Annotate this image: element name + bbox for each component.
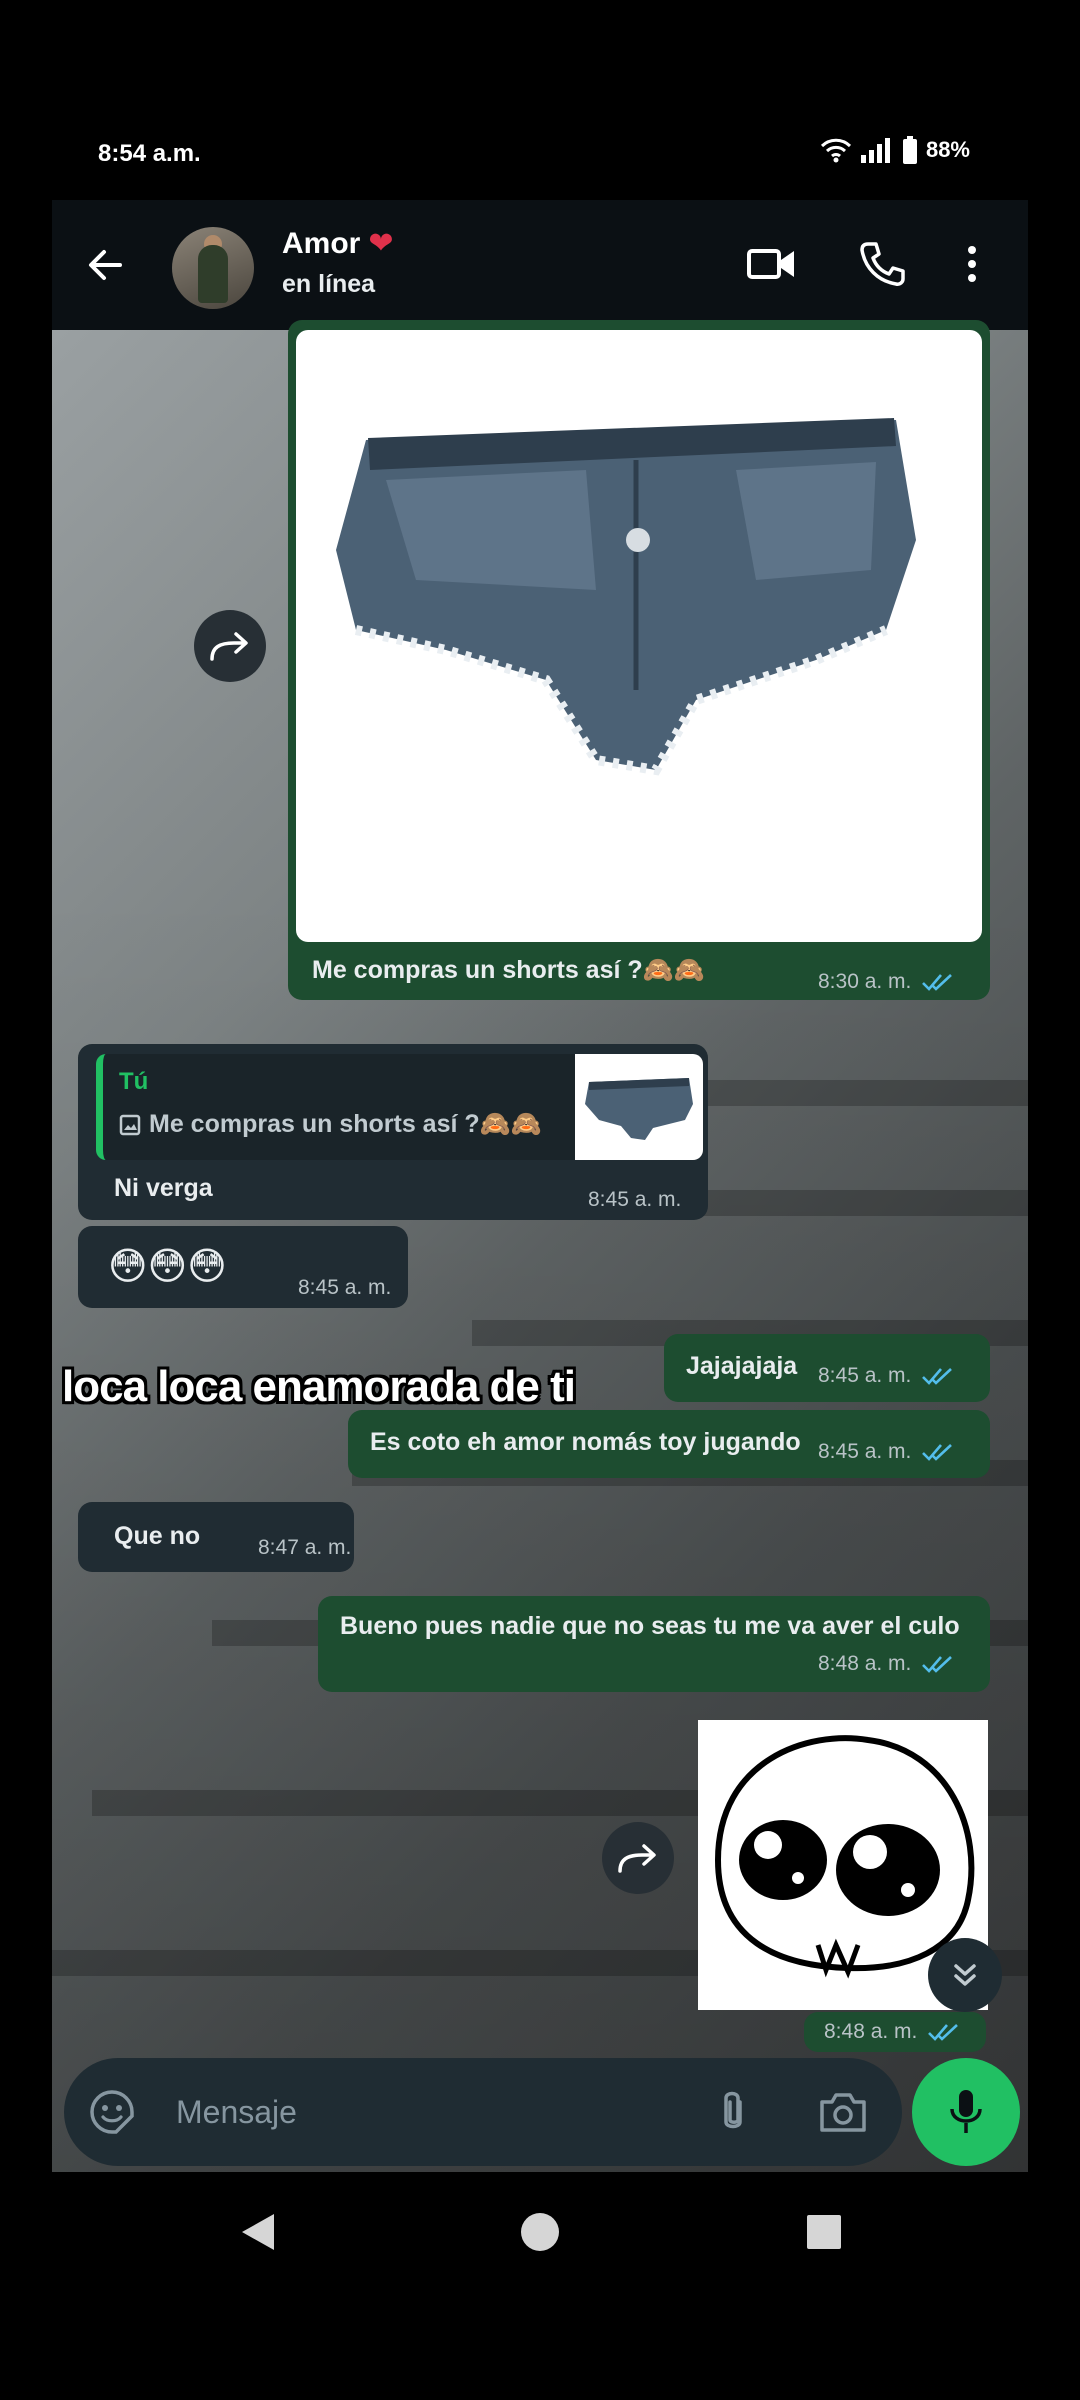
sticker-time-chip: 8:48 a. m. [804, 2012, 986, 2052]
camera-icon[interactable] [818, 2090, 868, 2134]
message-text-outgoing[interactable]: Bueno pues nadie que no seas tu me va av… [318, 1596, 990, 1692]
message-meta: 8:45 a. m. [818, 1364, 955, 1388]
quote-author: Tú [119, 1068, 149, 1095]
wifi-icon [820, 138, 852, 163]
voice-message-button[interactable] [912, 2058, 1020, 2166]
message-image-outgoing[interactable]: Me compras un shorts así ?🙈🙈 8:30 a. m. [288, 320, 990, 1000]
message-text-incoming[interactable]: 😳😳😳 8:45 a. m. [78, 1226, 408, 1308]
contact-name[interactable]: Amor ❤ [282, 226, 393, 261]
message-text-outgoing[interactable]: Jajajajaja 8:45 a. m. [664, 1334, 990, 1402]
heart-emoji: ❤ [368, 227, 394, 260]
nav-recents-icon[interactable] [806, 2212, 842, 2252]
quote-text-row: Me compras un shorts así ?🙈🙈 [119, 1110, 542, 1139]
message-text: Que no [114, 1522, 201, 1550]
message-text: Jajajajaja [686, 1352, 798, 1380]
message-text: 😳😳😳 [108, 1246, 227, 1288]
message-meta: 8:30 a. m. [818, 970, 955, 994]
back-arrow-icon[interactable] [80, 240, 130, 290]
read-ticks-icon [922, 1368, 953, 1385]
status-icons: 88% [820, 136, 970, 164]
battery-icon [902, 136, 917, 164]
phone-call-icon[interactable] [856, 238, 908, 290]
more-options-icon[interactable] [962, 238, 982, 290]
forward-icon [210, 632, 248, 661]
denim-shorts-illustration [336, 418, 916, 776]
message-composer: Mensaje [64, 2058, 902, 2166]
message-meta: 8:48 a. m. [824, 2020, 961, 2044]
message-meta: 8:47 a. m. [258, 1536, 352, 1559]
read-ticks-icon [922, 974, 953, 991]
forward-button[interactable] [602, 1822, 674, 1894]
message-reply-incoming[interactable]: Tú Me compras un shorts así ?🙈🙈 Ni verga… [78, 1044, 708, 1220]
video-overlay-caption: loca loca enamorada de ti [62, 1362, 576, 1411]
image-caption: Me compras un shorts así ?🙈🙈 [312, 956, 705, 984]
forward-icon [618, 1844, 656, 1873]
scroll-to-bottom-button[interactable] [928, 1938, 1002, 2012]
quoted-message[interactable]: Tú Me compras un shorts así ?🙈🙈 [96, 1054, 703, 1160]
sticker-emoji-icon[interactable] [88, 2088, 136, 2136]
read-ticks-icon [928, 2024, 959, 2041]
microphone-icon [950, 2090, 982, 2133]
shorts-image[interactable] [296, 330, 982, 942]
status-bar: 8:54 a.m. 88% [0, 0, 1080, 200]
message-text: Es coto eh amor nomás toy jugando [370, 1428, 801, 1456]
battery-level: 88% [925, 137, 970, 162]
message-meta: 8:45 a. m. [818, 1440, 955, 1464]
message-meta: 8:48 a. m. [818, 1652, 955, 1676]
contact-status: en línea [282, 270, 376, 298]
status-time: 8:54 a.m. [98, 140, 201, 167]
contact-avatar[interactable] [172, 227, 254, 309]
nav-home-icon[interactable] [520, 2212, 560, 2252]
video-call-icon[interactable] [746, 238, 798, 290]
system-navigation-bar [0, 2172, 1080, 2400]
double-chevron-down-icon [954, 1964, 976, 1986]
nav-back-icon[interactable] [240, 2212, 276, 2252]
message-text: Ni verga [114, 1174, 213, 1202]
quote-thumbnail [575, 1054, 703, 1160]
message-text-outgoing[interactable]: Es coto eh amor nomás toy jugando 8:45 a… [348, 1410, 990, 1478]
attach-clip-icon[interactable] [716, 2088, 750, 2136]
message-meta: 8:45 a. m. [298, 1276, 392, 1299]
message-meta: 8:45 a. m. [588, 1188, 682, 1211]
photo-icon [119, 1114, 141, 1135]
message-input[interactable]: Mensaje [176, 2094, 297, 2131]
read-ticks-icon [922, 1656, 953, 1673]
forward-button[interactable] [194, 610, 266, 682]
signal-icon [860, 138, 890, 163]
message-text: Bueno pues nadie que no seas tu me va av… [340, 1612, 960, 1640]
chat-screen: Amor ❤ en línea Me compras un shorts así… [52, 200, 1028, 2172]
message-text-incoming[interactable]: Que no 8:47 a. m. [78, 1502, 354, 1572]
read-ticks-icon [922, 1444, 953, 1461]
chat-header: Amor ❤ en línea [52, 200, 1028, 330]
